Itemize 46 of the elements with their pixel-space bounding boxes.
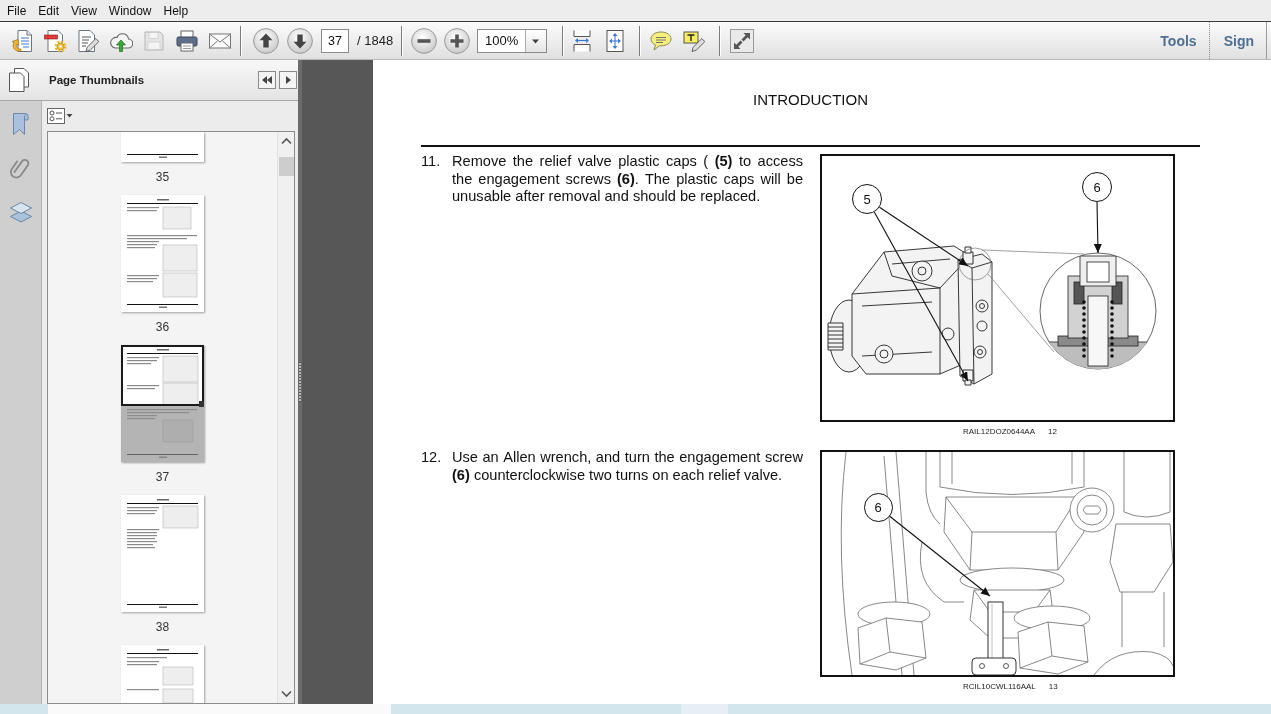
figure-number: 13	[1048, 682, 1058, 692]
page-number-label: 36	[155, 320, 170, 334]
minus-circle-icon[interactable]	[411, 27, 438, 54]
step-number: 11.	[421, 153, 442, 171]
print-icon[interactable]	[175, 28, 199, 53]
scrollbar[interactable]	[277, 132, 294, 703]
panel-tab[interactable]: Tools	[1146, 22, 1210, 59]
page-number-label: 35	[155, 170, 170, 184]
expand-icon[interactable]	[730, 28, 755, 53]
caret-icon[interactable]	[525, 29, 547, 52]
figure-number: 12	[1048, 427, 1057, 437]
page-thumbnail[interactable]	[121, 495, 204, 612]
page-count: / 1848	[357, 33, 394, 48]
document-pencil-icon[interactable]	[76, 28, 100, 53]
layers-icon[interactable]	[8, 200, 33, 224]
menu-item[interactable]: Window	[108, 2, 152, 19]
page-thumbnail[interactable]	[121, 132, 204, 162]
text-pen-icon[interactable]	[682, 28, 707, 53]
scrollbar-thumb[interactable]	[278, 157, 294, 176]
page-number-label: 38	[155, 620, 170, 634]
page-number-field[interactable]: 37	[321, 28, 349, 53]
panel-title: Page Thumbnails	[49, 74, 146, 86]
step-text: Remove the relief valve plastic caps ( (5) to access the engagement screws (6). The plastic caps will be unusable after removal and should be replaced.	[452, 153, 803, 206]
page-thumbnail[interactable]	[121, 345, 204, 462]
page-heading: INTRODUCTION	[752, 91, 869, 109]
step-number: 12.	[421, 449, 443, 467]
options-menu-icon[interactable]	[47, 108, 73, 124]
double-triangle-left-icon[interactable]	[258, 71, 276, 89]
triangle-right-icon[interactable]	[279, 71, 297, 89]
panel-tab[interactable]: Sign	[1209, 22, 1267, 59]
menu-item[interactable]: File	[7, 2, 27, 19]
pages-icon	[8, 67, 30, 93]
document-arrow-icon[interactable]	[10, 28, 34, 53]
menu-item[interactable]: Help	[163, 2, 189, 19]
page-thumbnail[interactable]	[121, 645, 204, 703]
page-thumbnail[interactable]	[121, 195, 204, 312]
speech-bubble-icon[interactable]	[649, 28, 674, 53]
figure-code: RAIL12DOZ0644AA	[963, 427, 1036, 437]
document-gear-icon[interactable]	[43, 28, 67, 53]
menu-item[interactable]: View	[71, 2, 97, 19]
figure-code: RCIL10CWL116AAL	[963, 682, 1036, 692]
zoom-field[interactable]: 100%	[477, 28, 548, 53]
page-number-label: 37	[155, 470, 170, 484]
menu-item[interactable]: Edit	[38, 2, 60, 19]
plus-circle-icon[interactable]	[444, 27, 471, 54]
step-text: Use an Allen wrench, and turn the engagement screw (6) counterclockwise two turns on each relief valve.	[452, 449, 803, 484]
